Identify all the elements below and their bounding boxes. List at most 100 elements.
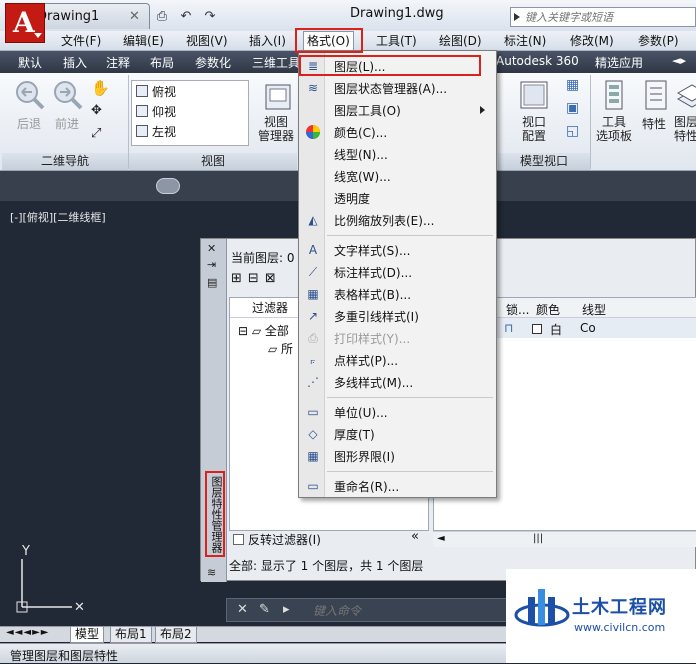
menu-file[interactable]: 文件(F)	[58, 33, 104, 49]
ribbon-tab-home[interactable]: 默认	[18, 54, 42, 71]
menu-draw[interactable]: 绘图(D)	[436, 33, 485, 49]
menu-item-dim-style[interactable]: ⟋ 标注样式(D)...	[301, 261, 495, 283]
tree-item-all[interactable]: ⊟ ▱ 全部	[238, 322, 289, 339]
menu-item-color[interactable]: 颜色(C)...	[301, 121, 495, 143]
menu-item-label: 图层状态管理器(A)...	[334, 82, 448, 96]
named-viewport-icon[interactable]: ▦	[566, 77, 579, 93]
layer-states-icon[interactable]: ⊠	[265, 271, 276, 286]
menu-item-rename[interactable]: ▭ 重命名(R)...	[301, 475, 495, 497]
checkbox-icon[interactable]	[233, 534, 244, 545]
help-search-box[interactable]	[510, 7, 696, 27]
layout-tab-model[interactable]: 模型	[70, 627, 105, 643]
restore-viewport-icon[interactable]: ◱	[566, 123, 579, 139]
menu-item-point-style[interactable]: ⟔ 点样式(P)...	[301, 349, 495, 371]
viewport-config-icon[interactable]	[518, 79, 550, 111]
menu-item-linetype[interactable]: 线型(N)...	[301, 143, 495, 165]
search-expand-icon[interactable]	[514, 13, 520, 21]
layout-tab-layout1[interactable]: 布局1	[110, 627, 152, 643]
menu-item-transparency[interactable]: 透明度	[301, 187, 495, 209]
color-swatch[interactable]	[532, 324, 542, 334]
new-property-filter-icon[interactable]: ⊞	[231, 271, 242, 286]
named-views-list[interactable]: 俯视 仰视 左视	[131, 80, 249, 146]
2d-navigation-panel-title[interactable]: 二维导航	[2, 153, 128, 170]
application-menu-button[interactable]: A	[5, 3, 45, 43]
auto-hide-icon[interactable]: ⇥	[207, 259, 221, 271]
menu-item-mleader-style[interactable]: ↗ 多重引线样式(I)	[301, 305, 495, 327]
pan-icon[interactable]: ✋	[91, 79, 110, 97]
command-input[interactable]	[313, 603, 513, 619]
new-drawing-tab-button[interactable]	[156, 178, 180, 194]
tab-navigation-icon[interactable]: ◄◄◄►►	[6, 627, 49, 638]
new-group-filter-icon[interactable]: ⊟	[248, 271, 259, 286]
column-lock[interactable]: 锁...	[506, 301, 529, 318]
back-icon[interactable]	[14, 79, 46, 111]
menu-item-units[interactable]: ▭ 单位(U)...	[301, 401, 495, 423]
close-icon[interactable]: ✕	[129, 9, 140, 24]
ribbon-minimize-icon[interactable]: ◄▸	[672, 54, 686, 67]
properties-icon[interactable]	[640, 79, 672, 111]
view-top[interactable]: 俯视	[132, 81, 248, 101]
ribbon-tab-featured-apps[interactable]: 精选应用	[595, 54, 643, 71]
help-search-input[interactable]	[525, 9, 693, 25]
menu-item-table-style[interactable]: ▦ 表格样式(B)...	[301, 283, 495, 305]
collapse-filter-icon[interactable]: «	[411, 529, 419, 544]
menu-view[interactable]: 视图(V)	[183, 33, 231, 49]
scroll-thumb-icon[interactable]: |||	[533, 533, 543, 544]
menu-item-drawing-limits[interactable]: ▦ 图形界限(I)	[301, 445, 495, 467]
ribbon-tab-insert[interactable]: 插入	[63, 54, 87, 71]
menu-parametric[interactable]: 参数(P)	[635, 33, 682, 49]
palette-title-strip[interactable]: ✕ ⇥ ▤ 图层特性管理器 ≋	[201, 239, 227, 582]
close-icon[interactable]: ✕	[237, 602, 248, 617]
tool-palette-icon[interactable]	[598, 79, 630, 111]
layout-tab-layout2[interactable]: 布局2	[155, 627, 197, 643]
unlock-icon[interactable]: ⊓	[504, 321, 513, 335]
redo-icon[interactable]: ↷	[200, 8, 220, 26]
view-panel-title[interactable]: 视图	[129, 153, 297, 170]
ribbon-tab-parametric[interactable]: 参数化	[195, 54, 231, 71]
layer-properties-icon[interactable]	[676, 79, 696, 111]
column-linetype[interactable]: 线型	[582, 301, 606, 318]
menu-item-label: 线宽(W)...	[334, 170, 391, 184]
menu-edit[interactable]: 编辑(E)	[120, 33, 167, 49]
undo-icon[interactable]: ↶	[176, 8, 196, 26]
model-viewport-panel-title[interactable]: 模型视口	[498, 153, 590, 170]
menu-item-label: 点样式(P)...	[334, 354, 399, 368]
forward-icon[interactable]	[52, 79, 84, 111]
tree-item-used[interactable]: ▱ 所	[268, 340, 293, 357]
thickness-icon: ◇	[308, 427, 318, 441]
view-bottom[interactable]: 仰视	[132, 101, 248, 121]
print-icon[interactable]: ⎙	[152, 8, 172, 26]
limits-icon: ▦	[307, 449, 319, 463]
column-color[interactable]: 颜色	[536, 301, 560, 318]
format-dropdown-menu: ≣ 图层(L)... ≋ 图层状态管理器(A)... 图层工具(O) 颜色(C)..…	[298, 50, 497, 498]
view-manager-icon[interactable]	[262, 81, 294, 113]
invert-filter-checkbox[interactable]: 反转过滤器(I)	[233, 531, 321, 548]
menu-item-thickness[interactable]: ◇ 厚度(T)	[301, 423, 495, 445]
menu-item-mline-style[interactable]: ⋰ 多线样式(M)...	[301, 371, 495, 393]
ribbon-tab-layout[interactable]: 布局	[150, 54, 174, 71]
view-left[interactable]: 左视	[132, 121, 248, 141]
ribbon-tab-annotate[interactable]: 注释	[106, 54, 130, 71]
join-viewport-icon[interactable]: ▣	[566, 100, 579, 116]
horizontal-scrollbar[interactable]: ◄ |||	[433, 531, 696, 547]
menu-item-scale-list[interactable]: ◭ 比例缩放列表(E)...	[301, 209, 495, 231]
ribbon-tab-3d-tools[interactable]: 三维工具	[252, 54, 300, 71]
menu-item-text-style[interactable]: A 文字样式(S)...	[301, 239, 495, 261]
wrench-icon[interactable]: ✎	[259, 602, 270, 617]
menu-item-layer-state-manager[interactable]: ≋ 图层状态管理器(A)...	[301, 77, 495, 99]
menu-modify[interactable]: 修改(M)	[567, 33, 617, 49]
menu-dimension[interactable]: 标注(N)	[501, 33, 549, 49]
orbit-icon[interactable]: ✥	[91, 103, 102, 118]
linetype-value[interactable]: Co	[580, 321, 596, 335]
menu-item-lineweight[interactable]: 线宽(W)...	[301, 165, 495, 187]
menu-item-layer-tools[interactable]: 图层工具(O)	[301, 99, 495, 121]
viewport-controls-label[interactable]: [-][俯视][二维线框]	[10, 209, 106, 225]
zoom-extents-icon[interactable]: ⤢	[91, 126, 101, 141]
close-icon[interactable]: ✕	[207, 243, 221, 255]
palette-properties-icon[interactable]: ▤	[207, 277, 221, 289]
recent-commands-icon[interactable]: ▸	[283, 602, 290, 617]
menu-tools[interactable]: 工具(T)	[373, 33, 420, 49]
menu-insert[interactable]: 插入(I)	[246, 33, 289, 49]
ribbon-tab-autodesk-360[interactable]: Autodesk 360	[496, 54, 579, 68]
scroll-left-icon[interactable]: ◄	[437, 533, 445, 544]
